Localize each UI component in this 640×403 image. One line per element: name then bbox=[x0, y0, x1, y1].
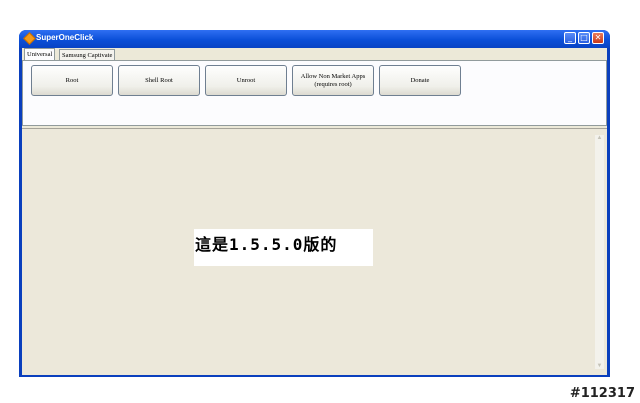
app-icon bbox=[23, 32, 36, 45]
caption-box: 這是1.5.5.0版的 bbox=[194, 229, 373, 266]
root-button[interactable]: Root bbox=[31, 65, 113, 96]
caption-text: 這是1.5.5.0版的 bbox=[195, 235, 338, 254]
app-window: SuperOneClick _ □ ✕ Universal Samsung Ca… bbox=[19, 30, 610, 377]
scroll-up-icon[interactable]: ▲ bbox=[596, 135, 603, 141]
donate-button[interactable]: Donate bbox=[379, 65, 461, 96]
minimize-button[interactable]: _ bbox=[564, 32, 576, 44]
scroll-down-icon[interactable]: ▼ bbox=[596, 363, 603, 369]
client-area: Universal Samsung Captivate Root Shell R… bbox=[22, 48, 607, 375]
window-title: SuperOneClick bbox=[36, 33, 94, 42]
requires-root-note: (requires root) bbox=[314, 80, 352, 88]
vertical-scrollbar[interactable]: ▲ ▼ bbox=[595, 135, 604, 369]
title-bar[interactable]: SuperOneClick _ □ ✕ bbox=[19, 30, 610, 48]
watermark-text: #112317 bbox=[569, 386, 635, 401]
allow-non-market-apps-button[interactable]: Allow Non Market Apps (requires root) bbox=[292, 65, 374, 96]
close-button[interactable]: ✕ bbox=[592, 32, 604, 44]
shell-root-button[interactable]: Shell Root bbox=[118, 65, 200, 96]
maximize-button[interactable]: □ bbox=[578, 32, 590, 44]
tab-panel-universal: Root Shell Root Unroot Allow Non Market … bbox=[22, 60, 607, 126]
allow-non-market-apps-label: Allow Non Market Apps bbox=[300, 72, 366, 80]
unroot-button[interactable]: Unroot bbox=[205, 65, 287, 96]
